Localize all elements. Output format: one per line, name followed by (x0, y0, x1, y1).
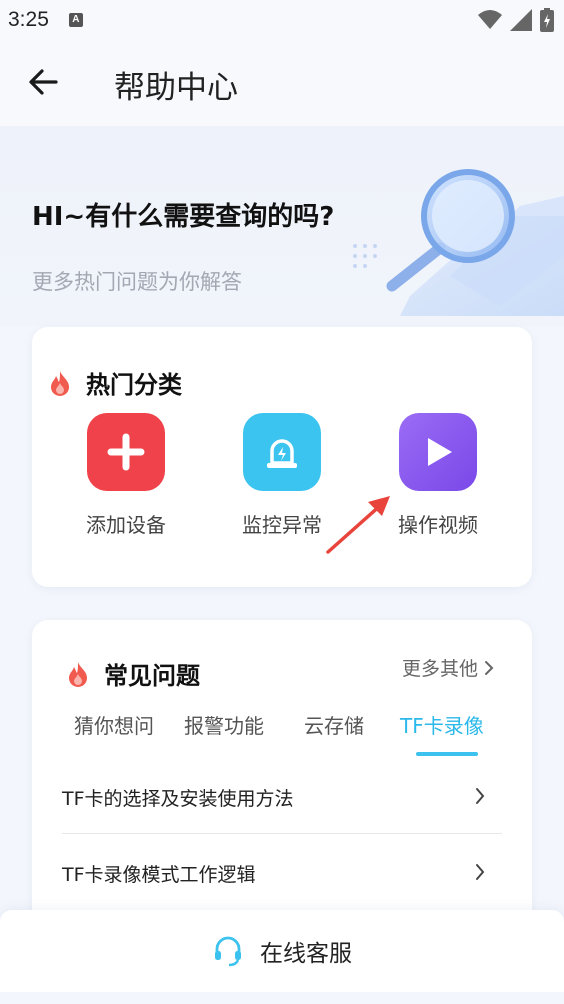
chevron-right-icon (476, 788, 485, 804)
chevron-right-icon (476, 864, 485, 880)
faq-row[interactable]: TF卡录像模式工作逻辑 (62, 836, 502, 912)
more-label: 更多其他 (401, 658, 478, 680)
app-bar: 帮助中心 (0, 40, 564, 126)
hero-banner: HI~有什么需要查询的吗? 更多热门问题为你解答 (0, 126, 564, 326)
status-bar: 3:25 A (0, 0, 564, 40)
page-title: 帮助中心 (114, 70, 238, 106)
flame-icon (51, 370, 69, 396)
signal-icon (510, 9, 532, 31)
bottom-strip (0, 992, 564, 1004)
arrow-left-icon (29, 69, 58, 95)
more-link[interactable]: 更多其他 (402, 654, 496, 681)
notification-indicator: A (68, 13, 83, 27)
tab-tf-recording[interactable]: TF卡录像 (400, 710, 484, 739)
chevron-right-icon (485, 660, 494, 675)
online-service-label: 在线客服 (260, 941, 352, 967)
wifi-icon (478, 10, 502, 29)
faq-tabs: 猜你想问 报警功能 云存储 TF卡录像 (72, 710, 512, 760)
tab-cloud-storage[interactable]: 云存储 (304, 710, 364, 739)
hot-categories-title: 热门分类 (86, 371, 182, 399)
flame-icon (69, 661, 87, 687)
annotation-arrow-icon (326, 496, 390, 554)
operation-video-tile (399, 413, 477, 491)
divider (62, 833, 502, 834)
headset-icon (215, 936, 241, 967)
play-icon (428, 438, 452, 466)
faq-question: TF卡录像模式工作逻辑 (62, 864, 256, 886)
plus-icon (107, 433, 145, 471)
magnifier-illustration (353, 169, 564, 316)
monitor-abnormal-tile (243, 413, 321, 491)
status-time: 3:25 (8, 8, 49, 31)
active-tab-indicator (416, 752, 478, 756)
add-device-tile (87, 413, 165, 491)
faq-question: TF卡的选择及安装使用方法 (62, 788, 294, 810)
status-icons (478, 8, 554, 32)
battery-icon (540, 8, 554, 32)
faq-header: 常见问题 (66, 656, 200, 691)
category-label: 添加设备 (86, 513, 166, 537)
tab-guess[interactable]: 猜你想问 (74, 710, 154, 739)
faq-row[interactable]: TF卡的选择及安装使用方法 (62, 760, 502, 836)
online-service-button[interactable]: 在线客服 (0, 910, 564, 992)
hero-title: HI~有什么需要查询的吗? (32, 202, 335, 232)
hero-subtitle: 更多热门问题为你解答 (32, 270, 242, 294)
back-button[interactable] (26, 66, 62, 98)
hot-categories-card: 热门分类 添加设备 监控异常 操作视频 (32, 327, 532, 587)
alarm-light-icon (267, 439, 297, 468)
faq-title: 常见问题 (104, 662, 200, 690)
category-add-device[interactable]: 添加设备 (66, 413, 186, 538)
tab-alarm[interactable]: 报警功能 (184, 710, 264, 739)
hot-categories-header: 热门分类 (48, 365, 182, 400)
